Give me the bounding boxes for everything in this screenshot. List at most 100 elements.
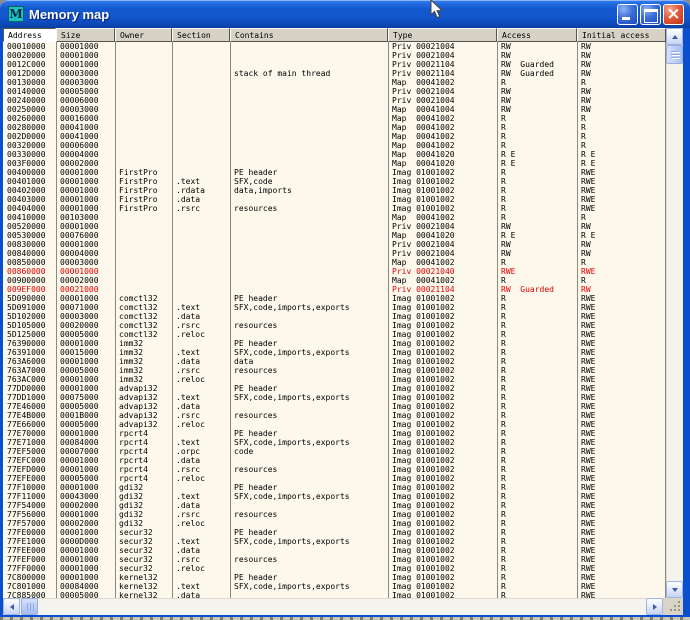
cell-owner: imm32 [115, 339, 172, 348]
table-row[interactable]: 0090000000002000Map 00041002RR [3, 276, 666, 285]
table-row[interactable]: 0028000000041000Map 00041002RR [3, 123, 666, 132]
table-row[interactable]: 0026000000016000Map 00041002RR [3, 114, 666, 123]
table-row[interactable]: 0052000000001000Priv 00021004RWRW [3, 222, 666, 231]
minimize-button[interactable] [617, 4, 638, 25]
column-header-owner[interactable]: Owner [115, 28, 172, 42]
cell-type: Imag 01001002 [388, 501, 497, 510]
column-header-contains[interactable]: Contains [230, 28, 388, 42]
table-row[interactable]: 77FE10000000D000secur32.textSFX,code,imp… [3, 537, 666, 546]
cell-owner [115, 105, 172, 114]
table-row[interactable]: 0012C00000001000Priv 00021104RW GuardedR… [3, 60, 666, 69]
table-row[interactable]: 003F000000002000Map 00041020R ER E [3, 159, 666, 168]
cell-address: 77E71000 [3, 438, 56, 447]
table-row[interactable]: 0053000000076000Map 00041020R ER E [3, 231, 666, 240]
table-row[interactable]: 77E6600000005000advapi32.relocImag 01001… [3, 420, 666, 429]
table-row[interactable]: 0040300000001000FirstPro.dataImag 010010… [3, 195, 666, 204]
cell-contains: code [230, 447, 388, 456]
column-header-initial-access[interactable]: Initial access [577, 28, 666, 42]
table-row[interactable]: 7639000000001000imm32PE headerImag 01001… [3, 339, 666, 348]
table-row[interactable]: 5D12500000005000comctl32.relocImag 01001… [3, 330, 666, 339]
table-row[interactable]: 77E7000000001000rpcrt4PE headerImag 0100… [3, 429, 666, 438]
table-row[interactable]: 0040100000001000FirstPro.textSFX,codeIma… [3, 177, 666, 186]
table-row[interactable]: 0012D00000003000stack of main threadPriv… [3, 69, 666, 78]
table-row[interactable]: 0025000000003000Map 00041004RWRW [3, 105, 666, 114]
table-row[interactable]: 0024000000006000Priv 00021004RWRW [3, 96, 666, 105]
table-row[interactable]: 77FEF00000001000secur32.rsrcresourcesIma… [3, 555, 666, 564]
column-header-access[interactable]: Access [497, 28, 577, 42]
table-row[interactable]: 77F5600000001000gdi32.rsrcresourcesImag … [3, 510, 666, 519]
table-row[interactable]: 77F5400000002000gdi32.dataImag 01001002R… [3, 501, 666, 510]
table-row[interactable]: 0083000000001000Priv 00021004RWRW [3, 240, 666, 249]
table-row[interactable]: 0001000000001000Priv 00021004RWRW [3, 42, 666, 51]
scroll-left-button[interactable] [3, 598, 20, 615]
cell-type: Priv 00021004 [388, 87, 497, 96]
column-header-type[interactable]: Type [388, 28, 497, 42]
table-row[interactable]: 7C88500000005000kernel32.dataImag 010010… [3, 591, 666, 598]
table-row[interactable]: 0085000000003000Map 00041002RR [3, 258, 666, 267]
table-row[interactable]: 0032000000006000Map 00041002RR [3, 141, 666, 150]
cell-type: Map 00041002 [388, 123, 497, 132]
scroll-right-button[interactable] [646, 598, 663, 615]
table-row[interactable]: 763A600000001000imm32.datadataImag 01001… [3, 357, 666, 366]
column-header-size[interactable]: Size [56, 28, 115, 42]
table-row[interactable]: 0040200000001000FirstPro.rdatadata,impor… [3, 186, 666, 195]
table-row[interactable]: 763A700000005000imm32.rsrcresourcesImag … [3, 366, 666, 375]
horizontal-scrollbar[interactable] [3, 598, 663, 615]
titlebar[interactable]: M Memory map [0, 0, 690, 28]
cell-contains [230, 267, 388, 276]
cell-owner: FirstPro [115, 195, 172, 204]
table-row[interactable]: 5D09100000071000comctl32.textSFX,code,im… [3, 303, 666, 312]
table-row[interactable]: 77DD000000001000advapi32PE headerImag 01… [3, 384, 666, 393]
table-row[interactable]: 0040000000001000FirstProPE headerImag 01… [3, 168, 666, 177]
scroll-up-button[interactable] [666, 28, 683, 45]
cell-access: R [497, 582, 577, 591]
vertical-scrollbar-thumb[interactable] [666, 45, 683, 64]
cell-access: R [497, 321, 577, 330]
table-row[interactable]: 77EF500000007000rpcrt4.orpccodeImag 0100… [3, 447, 666, 456]
cell-initial: RWE [577, 357, 666, 366]
table-row[interactable]: 77E4B0000001B000advapi32.rsrcresourcesIm… [3, 411, 666, 420]
table-row[interactable]: 0084000000004000Priv 00021004RWRW [3, 249, 666, 258]
vertical-scrollbar[interactable] [666, 28, 683, 598]
table-row[interactable]: 77FE000000001000secur32PE headerImag 010… [3, 528, 666, 537]
resize-grip[interactable] [663, 598, 683, 615]
table-row[interactable]: 7C80100000084000kernel32.textSFX,code,im… [3, 582, 666, 591]
table-row[interactable]: 5D10500000020000comctl32.rsrcresourcesIm… [3, 321, 666, 330]
horizontal-scrollbar-thumb[interactable] [21, 598, 38, 615]
table-row[interactable]: 77EFC00000001000rpcrt4.dataImag 01001002… [3, 456, 666, 465]
table-row[interactable]: 0014000000005000Priv 00021004RWRW [3, 87, 666, 96]
table-row[interactable]: 0040400000001000FirstPro.rsrcresourcesIm… [3, 204, 666, 213]
cell-type: Imag 01001002 [388, 555, 497, 564]
table-row[interactable]: 0041000000103000Map 00041002RR [3, 213, 666, 222]
table-row[interactable]: 5D10200000003000comctl32.dataImag 010010… [3, 312, 666, 321]
table-row[interactable]: 77E4600000005000advapi32.dataImag 010010… [3, 402, 666, 411]
column-header-section[interactable]: Section [172, 28, 230, 42]
table-row[interactable]: 77FEE00000001000secur32.dataImag 0100100… [3, 546, 666, 555]
table-row[interactable]: 5D09000000001000comctl32PE headerImag 01… [3, 294, 666, 303]
table-row[interactable]: 77F5700000002000gdi32.relocImag 01001002… [3, 519, 666, 528]
table-row[interactable]: 002D000000041000Map 00041002RR [3, 132, 666, 141]
table-row[interactable]: 77DD100000075000advapi32.textSFX,code,im… [3, 393, 666, 402]
cell-size: 00075000 [56, 393, 115, 402]
maximize-button[interactable] [640, 4, 661, 25]
table-row[interactable]: 77EFE00000005000rpcrt4.relocImag 0100100… [3, 474, 666, 483]
table-row[interactable]: 77F1100000043000gdi32.textSFX,code,impor… [3, 492, 666, 501]
table-row[interactable]: 77FF000000001000secur32.relocImag 010010… [3, 564, 666, 573]
table-row[interactable]: 77EFD00000001000rpcrt4.rsrcresourcesImag… [3, 465, 666, 474]
column-header-address[interactable]: Address [3, 28, 56, 42]
table-row[interactable]: 0013000000003000Map 00041002RR [3, 78, 666, 87]
cell-section [172, 429, 230, 438]
table-row[interactable]: 0086000000001000Priv 00021040RWERWE [3, 267, 666, 276]
table-row[interactable]: 77F1000000001000gdi32PE headerImag 01001… [3, 483, 666, 492]
close-button[interactable] [663, 4, 684, 25]
cell-initial: RWE [577, 321, 666, 330]
table-row[interactable]: 763AC00000001000imm32.relocImag 01001002… [3, 375, 666, 384]
column-separator [577, 42, 578, 598]
scroll-down-button[interactable] [666, 581, 683, 598]
table-row[interactable]: 7639100000015000imm32.textSFX,code,impor… [3, 348, 666, 357]
table-row[interactable]: 0033000000004000Map 00041020R ER E [3, 150, 666, 159]
table-row[interactable]: 77E7100000084000rpcrt4.textSFX,code,impo… [3, 438, 666, 447]
table-row[interactable]: 7C80000000001000kernel32PE headerImag 01… [3, 573, 666, 582]
table-row[interactable]: 0002000000001000Priv 00021004RWRW [3, 51, 666, 60]
table-row[interactable]: 009EF00000021000Priv 00021104RW GuardedR… [3, 285, 666, 294]
